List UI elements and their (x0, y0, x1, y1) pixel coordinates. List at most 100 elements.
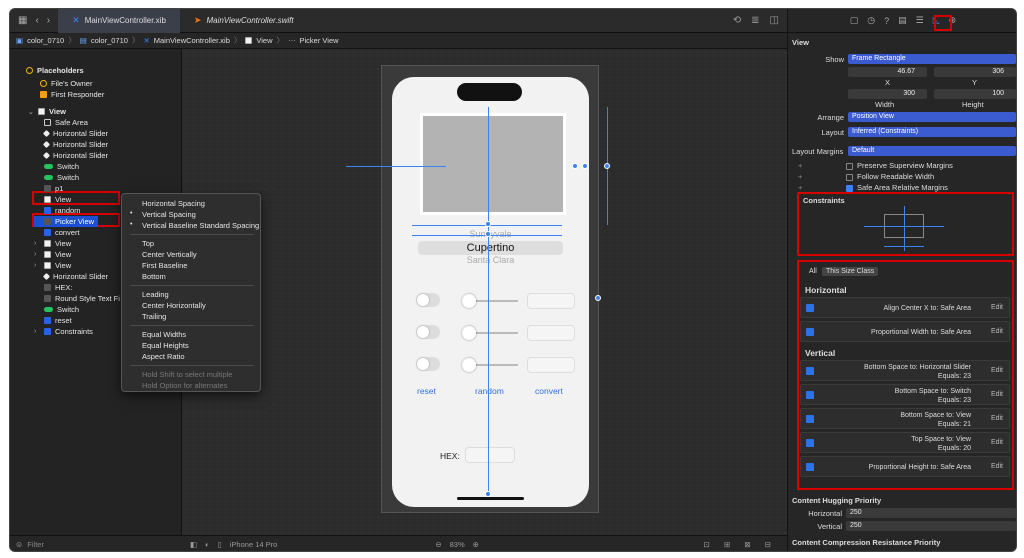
menu-item[interactable]: First Baseline (142, 261, 187, 270)
menu-item[interactable]: Horizontal Spacing (142, 199, 205, 208)
menu-item[interactable]: Aspect Ratio (142, 352, 185, 361)
constraint-handle[interactable] (485, 491, 491, 497)
edit-constraint-button[interactable]: Edit (991, 391, 1003, 398)
constraint-handle[interactable] (485, 221, 491, 227)
hugging-vertical-field[interactable]: 250 (846, 521, 1016, 531)
outline-item[interactable]: ⌄ View (28, 106, 66, 117)
chevron-right-icon[interactable]: › (34, 328, 40, 335)
margin-checkbox[interactable]: Preserve Superview Margins (846, 161, 953, 170)
outline-item[interactable]: View (34, 194, 71, 205)
checkbox-icon[interactable] (846, 173, 853, 181)
outline-toggle-icon[interactable]: ◧ (190, 540, 197, 549)
help-icon[interactable]: ? (884, 16, 889, 26)
identity-icon[interactable]: ▤ (898, 15, 907, 26)
switch[interactable] (416, 357, 440, 371)
edit-constraint-button[interactable]: Edit (991, 439, 1003, 446)
value-field[interactable] (527, 357, 575, 373)
zoom-out-icon[interactable]: ⊖ (435, 540, 441, 549)
color-preview-view[interactable] (420, 113, 566, 215)
outline-item[interactable]: › View (34, 249, 71, 260)
chevron-right-icon[interactable]: › (34, 262, 40, 269)
interface-builder-canvas[interactable]: Sunnyvale Cupertino Santa Clara reset ra… (182, 49, 787, 535)
constraint-card[interactable]: Proportional Width to: Safe Area Edit (800, 321, 1010, 342)
plus-icon[interactable]: + (798, 161, 802, 170)
outline-item[interactable]: Switch (34, 161, 79, 172)
jump-project[interactable]: color_0710 (27, 36, 64, 45)
segment-this-size-class[interactable]: This Size Class (822, 267, 879, 276)
constraint-handle[interactable] (595, 295, 601, 301)
outline-item[interactable]: Round Style Text Fi (34, 293, 120, 304)
menu-item[interactable]: Vertical Spacing (142, 210, 196, 219)
show-popup[interactable]: Frame Rectangle (848, 54, 1016, 64)
lines-icon[interactable]: ≣ (751, 15, 759, 26)
outline-item[interactable]: › View (34, 260, 71, 271)
constraint-handle[interactable] (485, 231, 491, 237)
outline-item[interactable]: Picker View (34, 216, 98, 227)
outline-item[interactable]: Horizontal Slider (34, 128, 108, 139)
grid-icon[interactable]: ▦ (18, 15, 27, 26)
chevron-right-icon[interactable]: › (34, 240, 40, 247)
outline-item[interactable]: p1 (34, 183, 63, 194)
outline-item[interactable]: Switch (34, 304, 79, 315)
appearance-icon[interactable]: ◐ (205, 540, 210, 549)
outline-item[interactable]: Safe Area (34, 117, 88, 128)
menu-item[interactable]: Center Horizontally (142, 301, 206, 310)
constraint-handle[interactable] (572, 163, 578, 169)
constraints-diagram[interactable] (854, 206, 954, 251)
horizontal-slider[interactable] (462, 358, 518, 372)
edit-constraint-button[interactable]: Edit (991, 304, 1003, 311)
tab-main-view-controller-xib[interactable]: ✕ MainViewController.xib (58, 9, 180, 33)
zoom-level[interactable]: 83% (450, 540, 465, 549)
value-field[interactable] (527, 293, 575, 309)
plus-icon[interactable]: + (798, 172, 802, 181)
hugging-horizontal-field[interactable]: 250 (846, 508, 1016, 518)
constraint-handle[interactable] (582, 163, 588, 169)
split-editor-icon[interactable]: ◫ (770, 15, 779, 26)
back-icon[interactable]: ‹ (35, 15, 38, 26)
height-field[interactable]: 100 (934, 89, 1016, 99)
menu-item[interactable]: Bottom (142, 272, 166, 281)
x-field[interactable]: 46.67 (848, 67, 927, 77)
files-owner-item[interactable]: File's Owner (40, 78, 92, 89)
jump-picker-view[interactable]: Picker View (300, 36, 339, 45)
file-inspector-icon[interactable]: ▢ (850, 15, 859, 26)
y-field[interactable]: 306 (934, 67, 1016, 77)
menu-item[interactable]: Leading (142, 290, 169, 299)
layout-popup[interactable]: Inferred (Constraints) (848, 127, 1016, 137)
outline-item[interactable]: reset (34, 315, 72, 326)
width-field[interactable]: 300 (848, 89, 927, 99)
horizontal-slider[interactable] (462, 294, 518, 308)
segment-all[interactable]: All (805, 267, 821, 276)
chevron-right-icon[interactable]: › (34, 251, 40, 258)
jump-view[interactable]: View (256, 36, 272, 45)
edit-constraint-button[interactable]: Edit (991, 463, 1003, 470)
checkbox-icon[interactable] (846, 162, 853, 170)
constraint-card[interactable]: Bottom Space to: Horizontal Slider Equals… (800, 360, 1010, 381)
constraint-card[interactable]: Top Space to: View Equals: 20 Edit (800, 432, 1010, 453)
outline-item[interactable]: random (34, 205, 80, 216)
refresh-icon[interactable]: ⟲ (733, 15, 741, 26)
hex-text-field[interactable] (465, 447, 515, 463)
reset-button[interactable]: reset (417, 386, 436, 396)
edit-constraint-button[interactable]: Edit (991, 415, 1003, 422)
outline-item[interactable]: › Constraints (34, 326, 93, 337)
menu-item[interactable]: Vertical Baseline Standard Spacing (142, 221, 259, 230)
checkbox-icon[interactable] (846, 184, 853, 192)
outline-item[interactable]: HEX: (34, 282, 73, 293)
forward-icon[interactable]: › (47, 15, 50, 26)
switch[interactable] (416, 293, 440, 307)
zoom-in-icon[interactable]: ⊕ (473, 540, 479, 549)
placeholders-header[interactable]: Placeholders (26, 65, 84, 76)
tab-main-view-controller-swift[interactable]: ➤ MainViewController.swift (180, 9, 308, 33)
menu-item[interactable]: Center Vertically (142, 250, 197, 259)
edit-constraint-button[interactable]: Edit (991, 328, 1003, 335)
jump-folder[interactable]: color_0710 (91, 36, 128, 45)
device-name[interactable]: iPhone 14 Pro (230, 540, 278, 549)
margin-checkbox[interactable]: Follow Readable Width (846, 172, 934, 181)
menu-item[interactable]: Trailing (142, 312, 166, 321)
first-responder-item[interactable]: First Responder (40, 89, 104, 100)
layout-margins-popup[interactable]: Default (848, 146, 1016, 156)
constraint-card[interactable]: Bottom Space to: Switch Equals: 23 Edit (800, 384, 1010, 405)
outline-item[interactable]: Horizontal Slider (34, 150, 108, 161)
value-field[interactable] (527, 325, 575, 341)
